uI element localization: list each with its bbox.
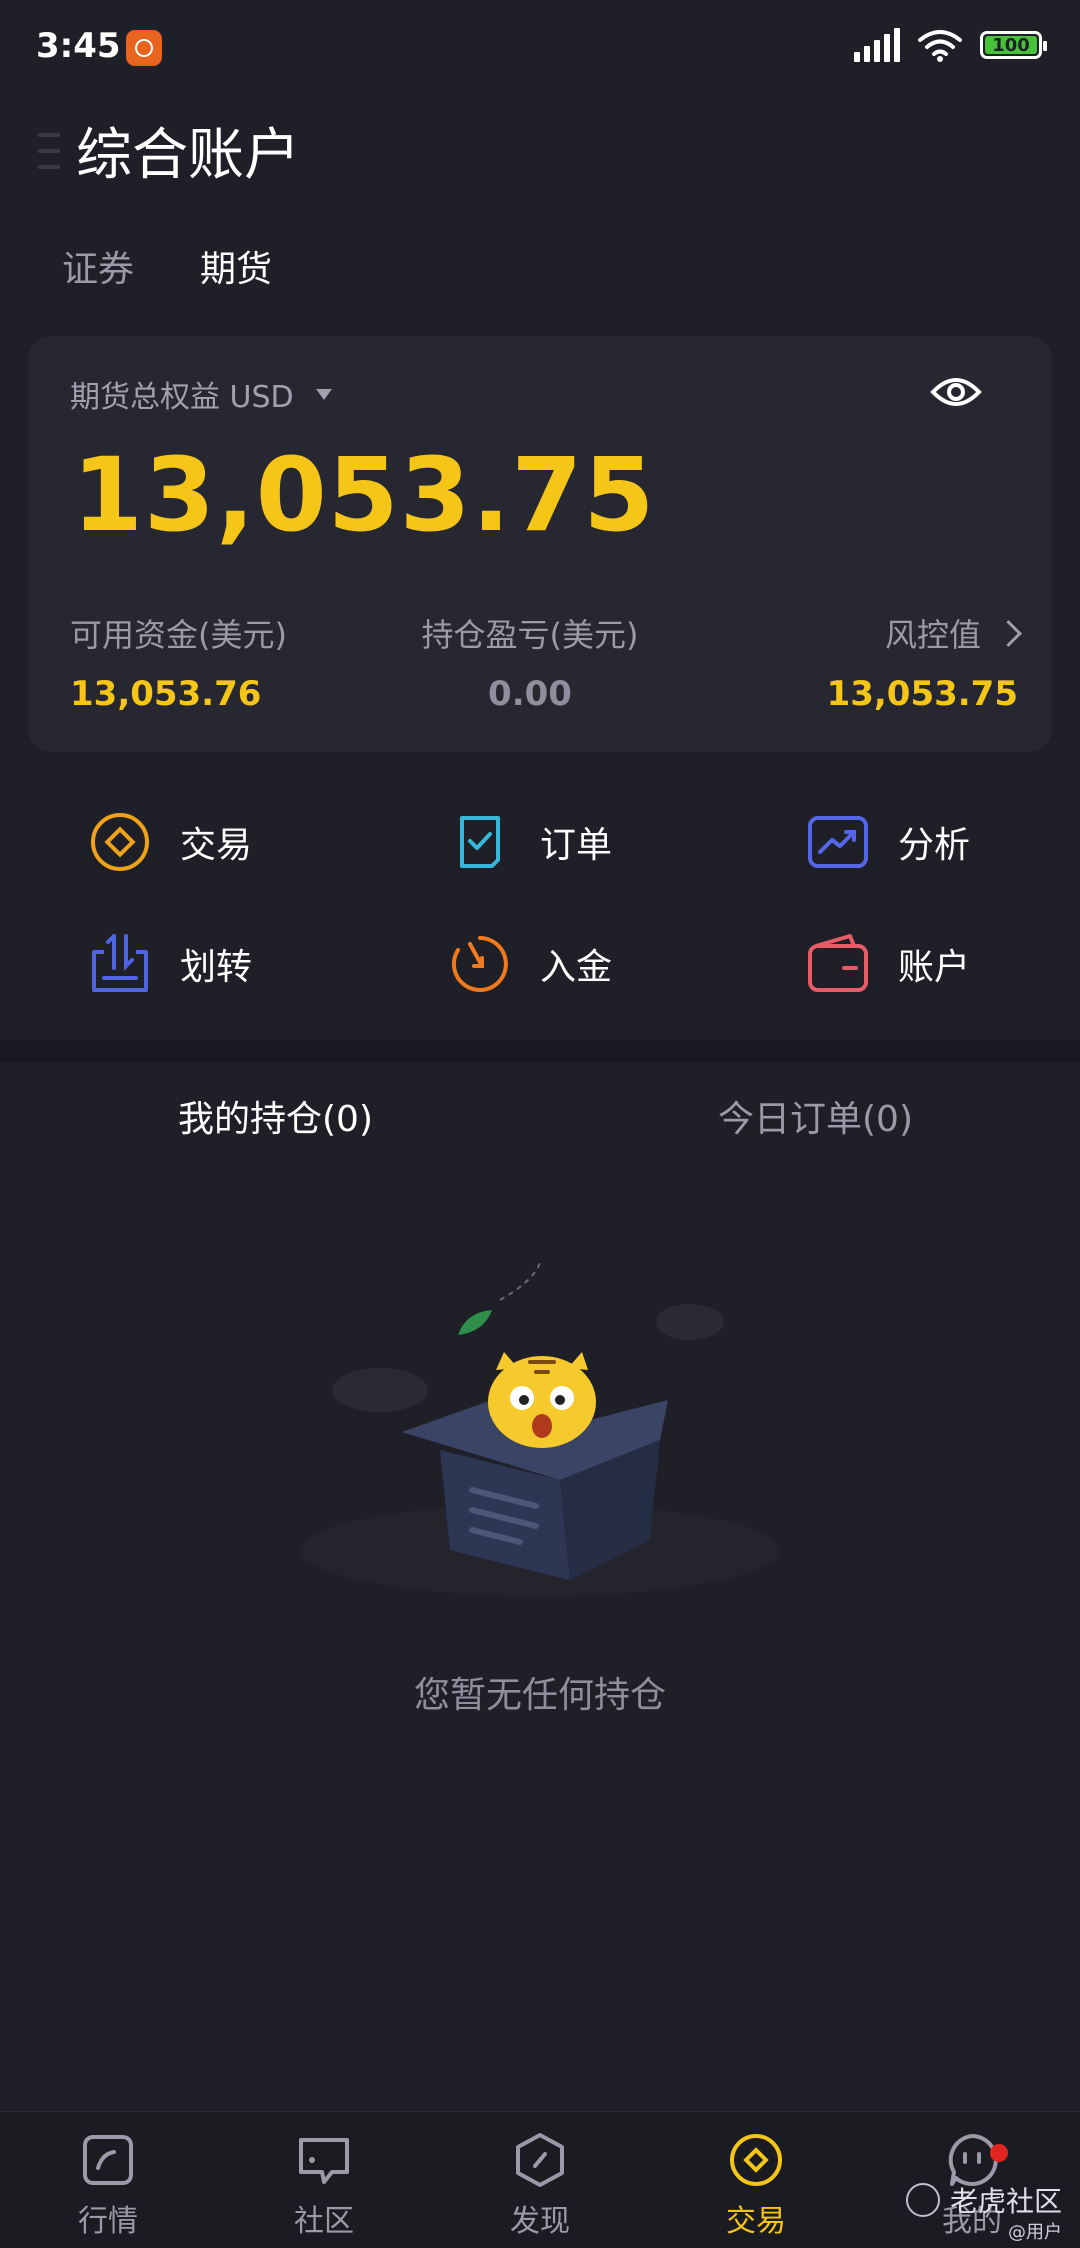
- menu-icon[interactable]: [38, 132, 60, 169]
- analysis-action-button[interactable]: 分析: [806, 810, 970, 874]
- account-action-button[interactable]: 账户: [806, 932, 970, 996]
- empty-box-illustration: [300, 1261, 780, 1596]
- section-divider: [0, 1040, 1080, 1062]
- bottom-nav: 行情 社区 发现 交易 我的 老虎社区 @用户: [0, 2111, 1080, 2248]
- caret-down-icon: [315, 388, 332, 400]
- trade-nav-icon: [730, 2134, 782, 2186]
- page-header: 综合账户: [38, 110, 300, 191]
- status-bar: 3:45 100: [0, 0, 1080, 96]
- deposit-icon: [451, 936, 508, 992]
- market-icon: [83, 2135, 133, 2185]
- nav-item-market[interactable]: 行情: [38, 2132, 178, 2240]
- analysis-icon: [808, 816, 868, 868]
- eye-icon[interactable]: [930, 372, 982, 412]
- tab-futures[interactable]: 期货: [200, 240, 272, 292]
- transfer-action-button[interactable]: 划转: [88, 932, 252, 996]
- equity-label: 期货总权益 USD: [70, 380, 294, 415]
- battery-level: 100: [992, 34, 1030, 56]
- account-type-tabs: 证券 期货: [62, 240, 272, 292]
- signal-icon: [854, 28, 900, 62]
- metric-value: 13,053.76: [70, 674, 262, 714]
- action-label: 入金: [540, 947, 613, 988]
- tab-securities[interactable]: 证券: [62, 240, 134, 292]
- position-pnl: 持仓盈亏(美元) 0.00: [370, 610, 690, 714]
- deposit-action-button[interactable]: 入金: [448, 932, 612, 996]
- transfer-icon: [92, 934, 148, 992]
- wifi-icon: [918, 30, 962, 62]
- tab-today-orders[interactable]: 今日订单(0): [718, 1090, 913, 1142]
- watermark-text: 老虎社区: [949, 2185, 1062, 2218]
- nav-label: 社区: [294, 2204, 354, 2239]
- battery-icon: 100: [980, 31, 1047, 59]
- status-indicators: 100: [854, 28, 1047, 62]
- mi-app-icon: [126, 30, 162, 66]
- status-time: 3:45: [36, 26, 121, 66]
- nav-item-trade[interactable]: 交易: [686, 2132, 826, 2240]
- chevron-right-icon: [995, 619, 1022, 647]
- action-label: 订单: [540, 825, 613, 866]
- trade-icon: [91, 813, 149, 871]
- nav-label: 交易: [726, 2204, 786, 2239]
- equity-card: 期货总权益 USD 13,053.75 可用资金(美元) 13,053.76 持…: [28, 336, 1052, 752]
- risk-value[interactable]: 风控值 13,053.75: [826, 610, 1022, 714]
- watermark: 老虎社区 @用户: [905, 2180, 1062, 2243]
- metric-value: 13,053.75: [826, 674, 1018, 714]
- order-action-button[interactable]: 订单: [448, 810, 612, 874]
- currency-selector[interactable]: 期货总权益 USD: [70, 372, 332, 416]
- metric-label: 可用资金(美元): [70, 616, 287, 654]
- action-label: 分析: [898, 825, 971, 866]
- positions-tabs: 我的持仓(0) 今日订单(0): [0, 1090, 1080, 1154]
- metric-label: 持仓盈亏(美元): [421, 616, 639, 654]
- metric-label: 风控值: [884, 616, 981, 654]
- order-icon: [460, 816, 500, 868]
- tiger-logo-icon: [905, 2183, 940, 2217]
- action-label: 交易: [180, 825, 253, 866]
- watermark-user: @用户: [1008, 2222, 1062, 2243]
- wallet-icon: [808, 934, 868, 992]
- nav-label: 发现: [510, 2204, 570, 2239]
- action-label: 划转: [180, 947, 253, 988]
- nav-item-community[interactable]: 社区: [254, 2132, 394, 2240]
- discover-icon: [516, 2133, 564, 2187]
- community-icon: [299, 2138, 349, 2184]
- page-title: 综合账户: [76, 123, 300, 188]
- available-funds: 可用资金(美元) 13,053.76: [70, 610, 287, 714]
- total-equity-value: 13,053.75: [72, 436, 656, 555]
- metric-value: 0.00: [488, 674, 572, 714]
- nav-item-discover[interactable]: 发现: [470, 2132, 610, 2240]
- nav-label: 行情: [78, 2204, 138, 2239]
- empty-positions-text: 您暂无任何持仓: [413, 1675, 666, 1716]
- trade-action-button[interactable]: 交易: [88, 810, 252, 874]
- action-label: 账户: [898, 947, 971, 988]
- notification-badge: [990, 2144, 1008, 2162]
- tab-my-positions[interactable]: 我的持仓(0): [178, 1090, 373, 1142]
